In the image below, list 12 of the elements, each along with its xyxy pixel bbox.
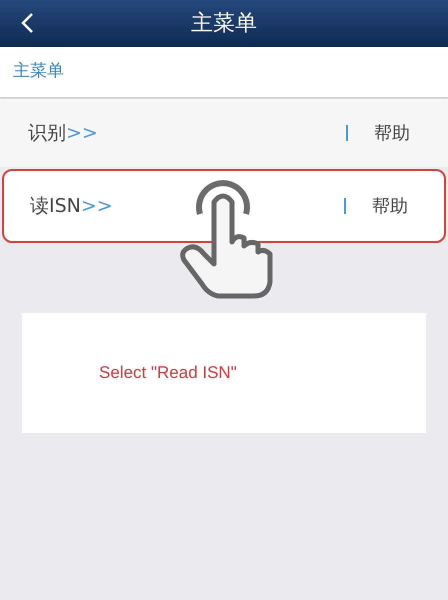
help-link[interactable]: 帮助 <box>374 120 410 146</box>
menu-label: 读ISN>> <box>30 194 113 219</box>
menu-item[interactable]: 识别>> 帮助 <box>0 99 448 167</box>
menu-label: 识别>> <box>28 120 98 146</box>
separator-line <box>344 198 346 214</box>
window-title: 主菜单 <box>191 10 257 38</box>
separator-line <box>346 125 348 141</box>
caption-text: Select "Read ISN" <box>99 362 237 384</box>
menu-item[interactable]: 读ISN>> 帮助 <box>2 169 446 243</box>
back-icon <box>20 12 34 34</box>
breadcrumb: 主菜单 <box>13 60 64 84</box>
help-link[interactable]: 帮助 <box>372 192 408 220</box>
